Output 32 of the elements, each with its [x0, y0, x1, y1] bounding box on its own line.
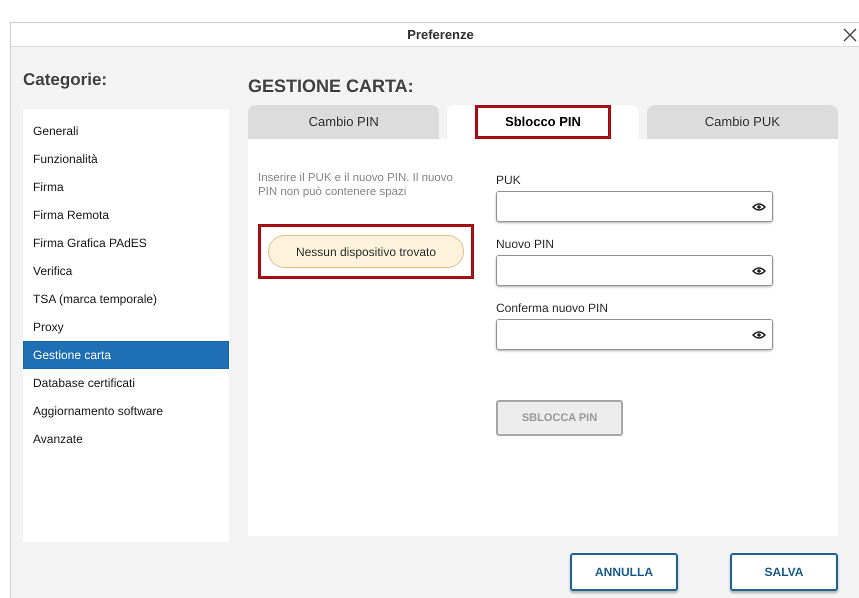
- close-icon[interactable]: [843, 28, 857, 42]
- eye-icon[interactable]: [752, 202, 766, 212]
- sidebar-item[interactable]: Verifica: [23, 257, 229, 285]
- tab[interactable]: Cambio PUK: [646, 105, 838, 139]
- eye-icon[interactable]: [752, 330, 766, 340]
- sidebar-item[interactable]: Database certificati: [23, 369, 229, 397]
- sidebar-item[interactable]: Avanzate: [23, 425, 229, 453]
- dialog-button[interactable]: SALVA: [730, 553, 838, 591]
- sidebar-item[interactable]: Firma Remota: [23, 201, 229, 229]
- sidebar-item[interactable]: Proxy: [23, 313, 229, 341]
- input-field[interactable]: [496, 319, 773, 350]
- input-field[interactable]: [496, 255, 773, 286]
- section-title: GESTIONE CARTA:: [248, 75, 415, 98]
- tab[interactable]: Sblocco PIN: [447, 105, 639, 139]
- window-title: Preferenze: [407, 26, 474, 44]
- sidebar-item[interactable]: Firma Grafica PAdES: [23, 229, 229, 257]
- field-label: PUK: [496, 172, 522, 189]
- sidebar-item[interactable]: Funzionalità: [23, 145, 229, 173]
- sidebar-item[interactable]: TSA (marca temporale): [23, 285, 229, 313]
- sidebar-item[interactable]: Generali: [23, 117, 229, 145]
- sidebar-heading: Categorie:: [23, 69, 108, 91]
- field-label: Nuovo PIN: [496, 236, 556, 253]
- eye-icon[interactable]: [752, 266, 766, 276]
- dialog-button[interactable]: ANNULLA: [570, 553, 678, 591]
- field-label: Conferma nuovo PIN: [496, 300, 610, 317]
- sidebar-item[interactable]: Firma: [23, 173, 229, 201]
- input-field[interactable]: [496, 191, 773, 222]
- instructions-text: Inserire il PUK e il nuovo PIN. Il nuovo PIN non può contenere spazi: [258, 171, 454, 199]
- sidebar-item[interactable]: Gestione carta: [23, 341, 229, 369]
- tab[interactable]: Cambio PIN: [248, 105, 440, 139]
- sidebar-item[interactable]: Aggiornamento software: [23, 397, 229, 425]
- status-badge: Nessun dispositivo trovato: [268, 235, 464, 268]
